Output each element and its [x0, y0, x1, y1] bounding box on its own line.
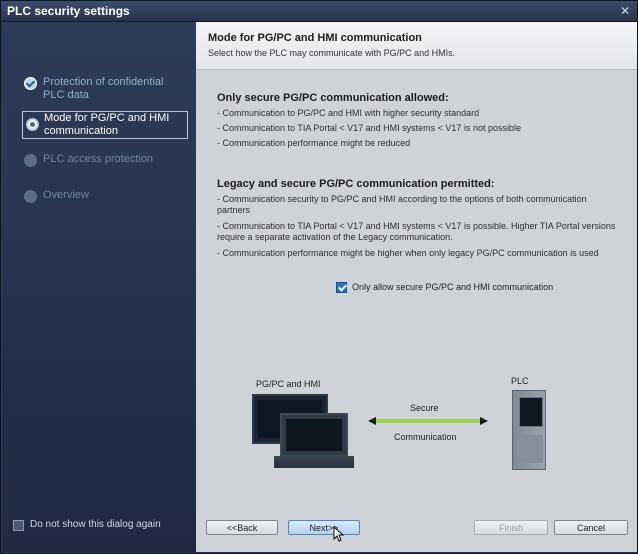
- secure-line: - Communication performance might be red…: [217, 138, 411, 148]
- checkbox-icon[interactable]: [13, 520, 24, 531]
- page-header: Mode for PG/PC and HMI communication Sel…: [196, 22, 637, 70]
- finish-button[interactable]: Finish: [474, 520, 548, 535]
- next-button[interactable]: Next>>: [288, 520, 360, 535]
- step-label: Protection of confidential PLC data: [43, 76, 164, 101]
- legacy-line: - Communication to TIA Portal < V17 and …: [217, 221, 616, 242]
- plc-device-icon: [512, 390, 546, 470]
- step-label: PLC access protection: [43, 153, 154, 165]
- legacy-line: - Communication performance might be hig…: [217, 248, 599, 258]
- checkbox-checked-icon[interactable]: [336, 282, 347, 293]
- secure-line: - Communication to TIA Portal < V17 and …: [217, 123, 521, 133]
- secure-section-title: Only secure PG/PC communication allowed:: [217, 92, 449, 104]
- step-pending-icon: [24, 190, 37, 203]
- laptop-icon: [280, 413, 348, 457]
- back-button[interactable]: <<Back: [206, 520, 278, 535]
- step-label: Overview: [43, 189, 89, 201]
- main-panel: Mode for PG/PC and HMI communication Sel…: [196, 22, 637, 552]
- cancel-button[interactable]: Cancel: [554, 520, 628, 535]
- step-label: Mode for PG/PC and HMI communication: [44, 112, 170, 137]
- page-subtitle: Select how the PLC may communicate with …: [208, 48, 456, 58]
- title-bar: PLC security settings ✕: [1, 1, 637, 22]
- close-icon[interactable]: ✕: [617, 4, 633, 18]
- dont-show-again-label: Do not show this dialog again: [30, 519, 161, 530]
- legacy-section-title: Legacy and secure PG/PC communication pe…: [217, 178, 495, 190]
- legacy-line: - Communication security to PG/PC and HM…: [217, 194, 587, 215]
- communication-label: Communication: [394, 432, 457, 442]
- pc-hmi-label: PG/PC and HMI: [256, 379, 321, 389]
- mouse-cursor-icon: [333, 526, 345, 542]
- plc-label: PLC: [511, 376, 529, 386]
- wizard-sidebar: Protection of confidential PLC data Mode…: [2, 22, 196, 552]
- window-title: PLC security settings: [7, 4, 130, 18]
- secure-only-label: Only allow secure PG/PC and HMI communic…: [352, 282, 554, 292]
- communication-arrow-icon: [368, 417, 488, 425]
- step-pending-icon: [24, 154, 37, 167]
- laptop-base: [274, 456, 354, 468]
- dialog-window: PLC security settings ✕ Protection of co…: [0, 0, 638, 554]
- page-title: Mode for PG/PC and HMI communication: [208, 32, 422, 44]
- step-current-icon: [26, 118, 39, 131]
- secure-line: - Communication to PG/PC and HMI with hi…: [217, 108, 480, 118]
- step-mode-pgpc-hmi[interactable]: Mode for PG/PC and HMI communication: [22, 111, 188, 139]
- step-completed-icon: [24, 77, 37, 90]
- secure-label: Secure: [410, 403, 439, 413]
